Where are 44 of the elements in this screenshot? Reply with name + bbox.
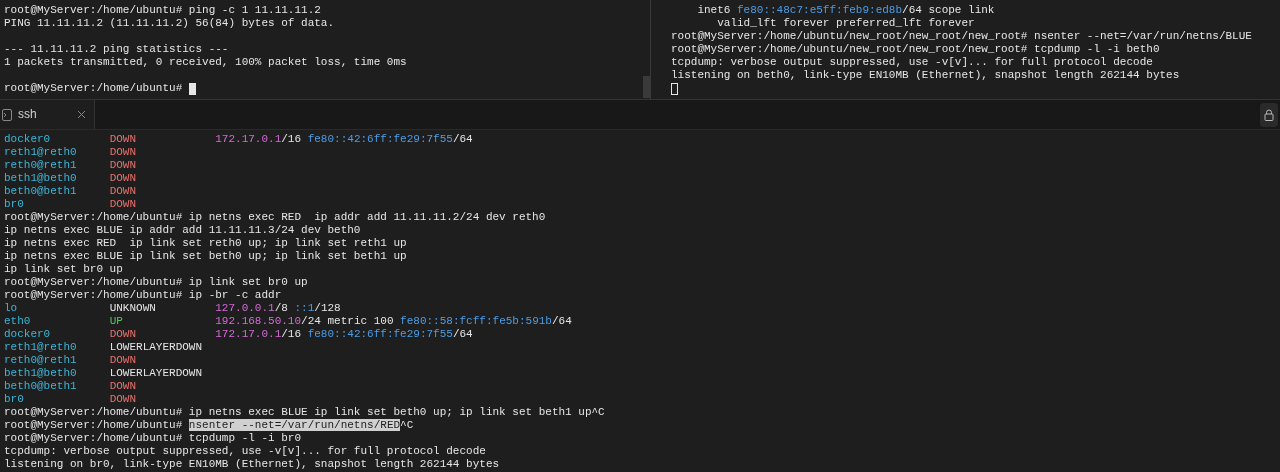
terminal-line: br0 DOWN — [4, 198, 137, 211]
terminal-line: inet6 fe80::48c7:e5ff:feb9:ed8b/64 scope link — [696, 4, 995, 17]
terminal-line: listening on beth0, link-type EN10MB (Ethernet), snapshot length 262144 bytes — [671, 69, 1180, 82]
lock-button[interactable] — [1260, 102, 1278, 127]
terminal-line: root@MyServer:/home/ubuntu# tcpdump -l -i br0 — [4, 432, 302, 445]
terminal-line: tcpdump: verbose output suppressed, use -v[v]... for full protocol decode — [671, 56, 1153, 69]
terminal-line: root@MyServer:/home/ubuntu# ip link set br0 up — [4, 276, 308, 289]
terminal-line: reth0@reth1 DOWN — [4, 159, 137, 172]
terminal-line: beth1@beth0 LOWERLAYERDOWN — [4, 367, 203, 380]
terminal-line: beth0@beth1 DOWN — [4, 380, 137, 393]
terminal-line: br0 DOWN — [4, 393, 137, 406]
terminal-line: root@MyServer:/home/ubuntu# ip netns exec BLUE ip link set beth0 up; ip link set beth1 up^C — [4, 406, 605, 419]
terminal-line: eth0 UP 192.168.50.10/24 metric 100 fe80::58:fcff:fe5b:591b/64 — [4, 315, 572, 328]
terminal-line: root@MyServer:/home/ubuntu/new_root/new_root/new_root# nsenter --net=/var/run/netns/BLUE — [671, 30, 1252, 43]
close-icon[interactable] — [77, 110, 86, 119]
terminal-line: valid_lft forever preferred_lft forever — [716, 17, 975, 30]
terminal-line: beth0@beth1 DOWN — [4, 185, 137, 198]
terminal-line: root@MyServer:/home/ubuntu# ip netns exec RED ip addr add 11.11.11.2/24 dev reth0 — [4, 211, 546, 224]
terminal-line: root@MyServer:/home/ubuntu# ip -br -c addr — [4, 289, 282, 302]
terminal-line: ip netns exec BLUE ip addr add 11.11.11.3/24 dev beth0 — [4, 224, 361, 237]
terminal-line: ip netns exec RED ip link set reth0 up; ip link set reth1 up — [4, 237, 407, 250]
terminal-line: root@MyServer:/home/ubuntu# — [4, 82, 184, 95]
terminal-line: beth1@beth0 DOWN — [4, 172, 137, 185]
terminal-tab[interactable]: ssh — [0, 100, 95, 129]
terminal-line: reth1@reth0 LOWERLAYERDOWN — [4, 341, 203, 354]
terminal-line: reth1@reth0 DOWN — [4, 146, 137, 159]
terminal-line: tcpdump: verbose output suppressed, use -v[v]... for full protocol decode — [4, 445, 486, 458]
tab-label: ssh — [18, 108, 37, 121]
terminal-line: root@MyServer:/home/ubuntu# ping -c 1 11.11.11.2 — [4, 4, 321, 17]
terminal-icon — [2, 108, 12, 121]
terminal-line: root@MyServer:/home/ubuntu# nsenter --net=/var/run/netns/RED^C — [4, 419, 414, 432]
terminal-line: PING 11.11.11.2 (11.11.11.2) 56(84) bytes of data. — [4, 17, 335, 30]
terminal-line: ip netns exec BLUE ip link set beth0 up; ip link set beth1 up — [4, 250, 407, 263]
lock-icon — [1264, 108, 1274, 121]
terminal-line: root@MyServer:/home/ubuntu/new_root/new_root/new_root# tcpdump -l -i beth0 — [671, 43, 1160, 56]
terminal-line: docker0 DOWN 172.17.0.1/16 fe80::42:6ff:fe29:7f55/64 — [4, 328, 473, 341]
terminal-line: listening on br0, link-type EN10MB (Ethernet), snapshot length 262144 bytes — [4, 458, 500, 471]
terminal-line: --- 11.11.11.2 ping statistics --- — [4, 43, 229, 56]
terminal-line: docker0 DOWN 172.17.0.1/16 fe80::42:6ff:fe29:7f55/64 — [4, 133, 473, 146]
terminal-line: ip link set br0 up — [4, 263, 123, 276]
terminal-line: lo UNKNOWN 127.0.0.1/8 ::1/128 — [4, 302, 341, 315]
terminal-line: reth0@reth1 DOWN — [4, 354, 137, 367]
scrollbar[interactable] — [643, 76, 650, 98]
terminal-line: 1 packets transmitted, 0 received, 100% packet loss, time 0ms — [4, 56, 407, 69]
